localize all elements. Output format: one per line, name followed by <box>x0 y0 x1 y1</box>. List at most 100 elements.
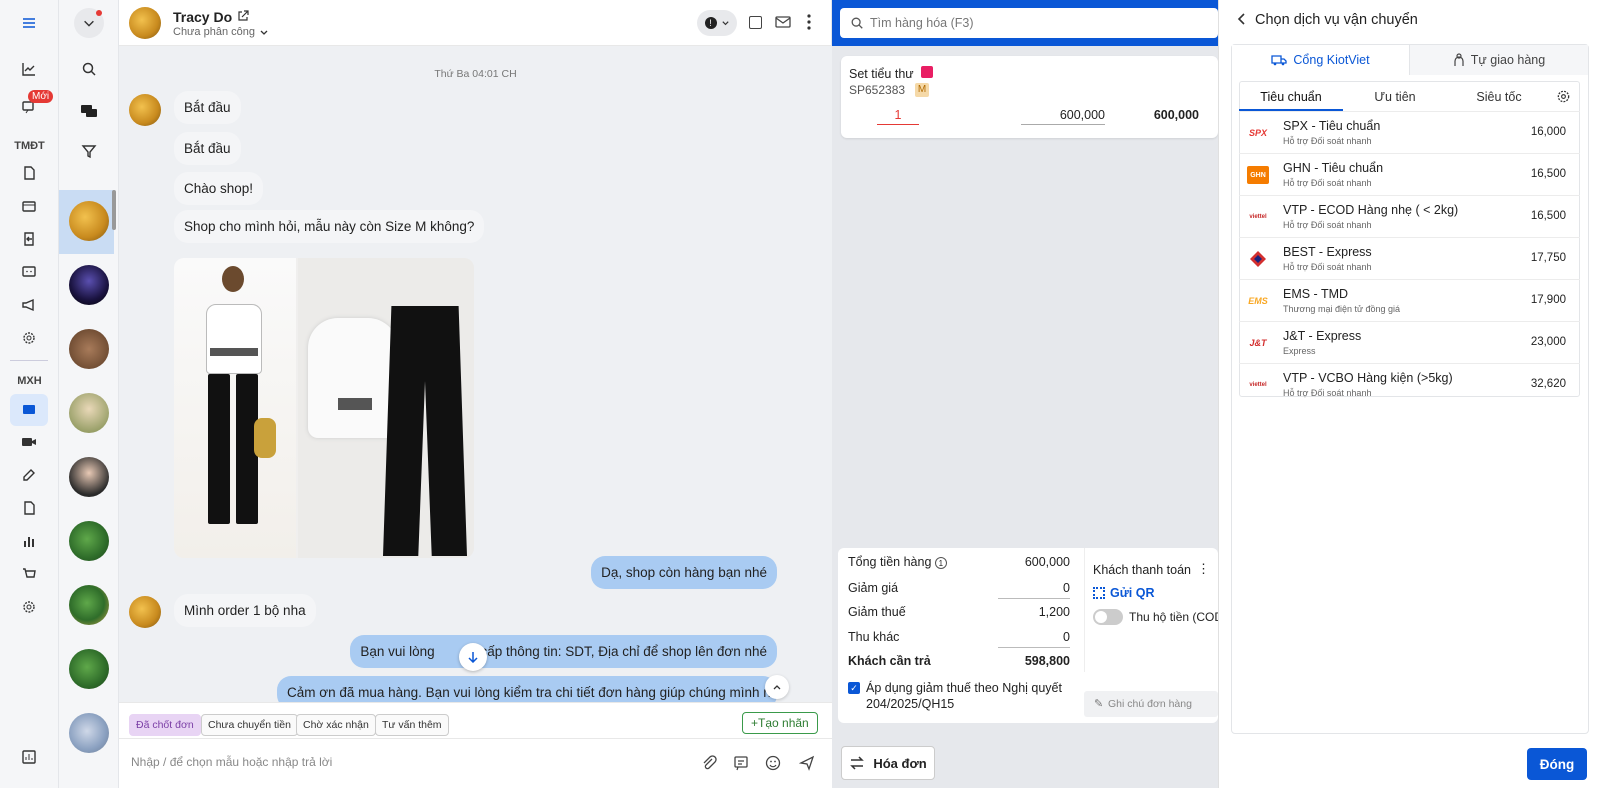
avatar[interactable] <box>69 713 109 753</box>
subtab-standard[interactable]: Tiêu chuẩn <box>1239 83 1343 111</box>
message-bubble: Bắt đầu <box>174 91 241 124</box>
other-fee-input[interactable]: 0 <box>1063 630 1070 644</box>
info-icon[interactable]: 1 <box>934 556 947 569</box>
product-sku: SP652383 <box>849 83 906 97</box>
assign-status[interactable]: Chưa phân công <box>173 26 255 38</box>
analytics-icon[interactable] <box>14 54 44 84</box>
filter-icon[interactable] <box>74 136 104 166</box>
chat-header: Tracy Do Chưa phân công ! <box>119 0 832 46</box>
store-icon[interactable] <box>14 191 44 221</box>
subtab-priority[interactable]: Ưu tiên <box>1343 83 1447 111</box>
chevron-up-icon <box>773 685 781 690</box>
cart-item[interactable]: Set tiểu thư SP652383 M 1 600,000 600,00… <box>841 56 1218 138</box>
social-chat-icon[interactable] <box>10 394 48 426</box>
cod-toggle[interactable] <box>1093 609 1123 625</box>
shipping-service-row[interactable]: GHN GHN - Tiêu chuẩn Hỗ trợ Đối soát nha… <box>1239 153 1580 195</box>
order-summary: Tổng tiền hàng 1 600,000 Giảm giá 0 Giảm t… <box>838 548 1223 723</box>
mail-icon[interactable] <box>775 15 791 32</box>
emoji-icon[interactable] <box>765 755 781 774</box>
tag-chip[interactable]: Chờ xác nhận <box>296 714 376 736</box>
search-icon <box>851 17 863 29</box>
discount-input[interactable]: 0 <box>1063 581 1070 595</box>
avatar[interactable] <box>69 265 109 305</box>
shipping-service-row[interactable]: J&T J&T - Express Express 23,000 <box>1239 321 1580 363</box>
tab-kiotviet[interactable]: Cổng KiotViet <box>1232 45 1410 75</box>
search-icon[interactable] <box>74 54 104 84</box>
shipping-service-row[interactable]: EMS EMS - TMD Thương mại điện tử đồng gi… <box>1239 279 1580 321</box>
close-button[interactable]: Đóng <box>1527 748 1587 780</box>
external-link-icon[interactable] <box>237 10 249 25</box>
shipping-service-row[interactable]: viettel VTP - VCBO Hàng kiện (>5kg) Hỗ t… <box>1239 363 1580 405</box>
video-icon[interactable] <box>14 427 44 457</box>
message-icon[interactable] <box>14 257 44 287</box>
avatar[interactable] <box>69 457 109 497</box>
file-icon[interactable] <box>14 493 44 523</box>
tax-checkbox[interactable]: ✓ <box>848 682 860 694</box>
quantity-input[interactable]: 1 <box>877 108 919 125</box>
tag-chip[interactable]: Đã chốt đơn <box>129 714 201 736</box>
order-note-input[interactable]: ✎ Ghi chú đơn hàng <box>1084 691 1218 717</box>
product-image[interactable] <box>174 258 474 558</box>
avatar[interactable] <box>69 393 109 433</box>
tab-self-delivery[interactable]: Tự giao hàng <box>1410 45 1588 75</box>
menu-icon[interactable] <box>14 8 44 38</box>
bar-chart-icon[interactable] <box>14 526 44 556</box>
message-list: Thứ Ba 04:01 CH Bắt đầu Bắt đầu Chào sho… <box>119 46 832 702</box>
back-icon[interactable] <box>1237 13 1247 28</box>
tax-discount-label: Giảm thuế <box>848 605 906 619</box>
document-icon[interactable] <box>14 158 44 188</box>
report-icon[interactable] <box>14 742 44 772</box>
contact-name[interactable]: Tracy Do <box>173 9 232 25</box>
service-name: BEST - Express <box>1283 245 1372 259</box>
gear-icon[interactable] <box>14 592 44 622</box>
invoice-button[interactable]: Hóa đơn <box>841 746 935 780</box>
more-icon[interactable]: ⋮ <box>1197 561 1210 577</box>
megaphone-icon[interactable] <box>14 290 44 320</box>
product-search-input[interactable]: Tìm hàng hóa (F3) <box>840 8 1218 38</box>
scrollbar[interactable] <box>112 190 116 230</box>
chevron-down-icon[interactable] <box>259 26 269 41</box>
service-name: GHN - Tiêu chuẩn <box>1283 161 1384 175</box>
notification-dot <box>96 10 102 16</box>
shipping-service-row[interactable]: viettel VTP - ECOD Hàng nhẹ ( < 2kg) Hỗ … <box>1239 195 1580 237</box>
gear-icon[interactable] <box>1556 89 1571 107</box>
import-icon[interactable] <box>14 224 44 254</box>
avatar[interactable] <box>69 521 109 561</box>
message-input[interactable]: Nhập / để chọn mẫu hoặc nhập trả lời <box>131 755 332 769</box>
panel-toggle-icon[interactable] <box>749 16 762 29</box>
chevron-down-icon[interactable] <box>74 8 104 38</box>
shipping-service-row[interactable]: SPX SPX - Tiêu chuẩn Hỗ trợ Đối soát nha… <box>1239 111 1580 153</box>
template-icon[interactable] <box>733 755 749 774</box>
collapse-button[interactable] <box>765 675 789 699</box>
cart-settings-icon[interactable] <box>14 559 44 589</box>
spx-logo-icon: SPX <box>1248 128 1267 138</box>
create-tag-button[interactable]: +Tạo nhãn <box>742 712 818 734</box>
avatar[interactable] <box>69 201 109 241</box>
gear-icon[interactable] <box>14 323 44 353</box>
avatar[interactable] <box>69 585 109 625</box>
attachment-icon[interactable] <box>701 755 717 774</box>
best-logo-icon <box>1247 250 1269 268</box>
scroll-down-button[interactable] <box>459 643 487 671</box>
message-text: Bạn vui lòng <box>360 644 439 659</box>
shipping-service-row[interactable]: BEST - Express Hỗ trợ Đối soát nhanh 17,… <box>1239 237 1580 279</box>
product-name: Set tiểu thư <box>849 67 914 81</box>
avatar[interactable] <box>69 649 109 689</box>
gift-icon <box>921 66 933 78</box>
price-input[interactable]: 600,000 <box>1021 108 1105 125</box>
send-icon[interactable] <box>798 755 815 774</box>
divider <box>10 360 48 361</box>
service-subtitle: Hỗ trợ Đối soát nhanh <box>1283 136 1372 146</box>
more-icon[interactable] <box>807 14 811 33</box>
conversations-icon[interactable] <box>74 96 104 126</box>
tag-chip[interactable]: Tư vấn thêm <box>375 714 449 736</box>
subtab-express[interactable]: Siêu tốc <box>1447 83 1551 111</box>
jt-logo-icon: J&T <box>1249 338 1267 348</box>
avatar[interactable] <box>69 329 109 369</box>
edit-icon[interactable] <box>14 460 44 490</box>
tag-chip[interactable]: Chưa chuyển tiền <box>201 714 298 736</box>
send-qr-button[interactable]: Gửi QR <box>1110 586 1154 600</box>
service-price: 17,750 <box>1530 252 1566 264</box>
priority-dropdown[interactable]: ! <box>697 10 737 36</box>
tax-discount-value: 1,200 <box>1038 605 1070 619</box>
